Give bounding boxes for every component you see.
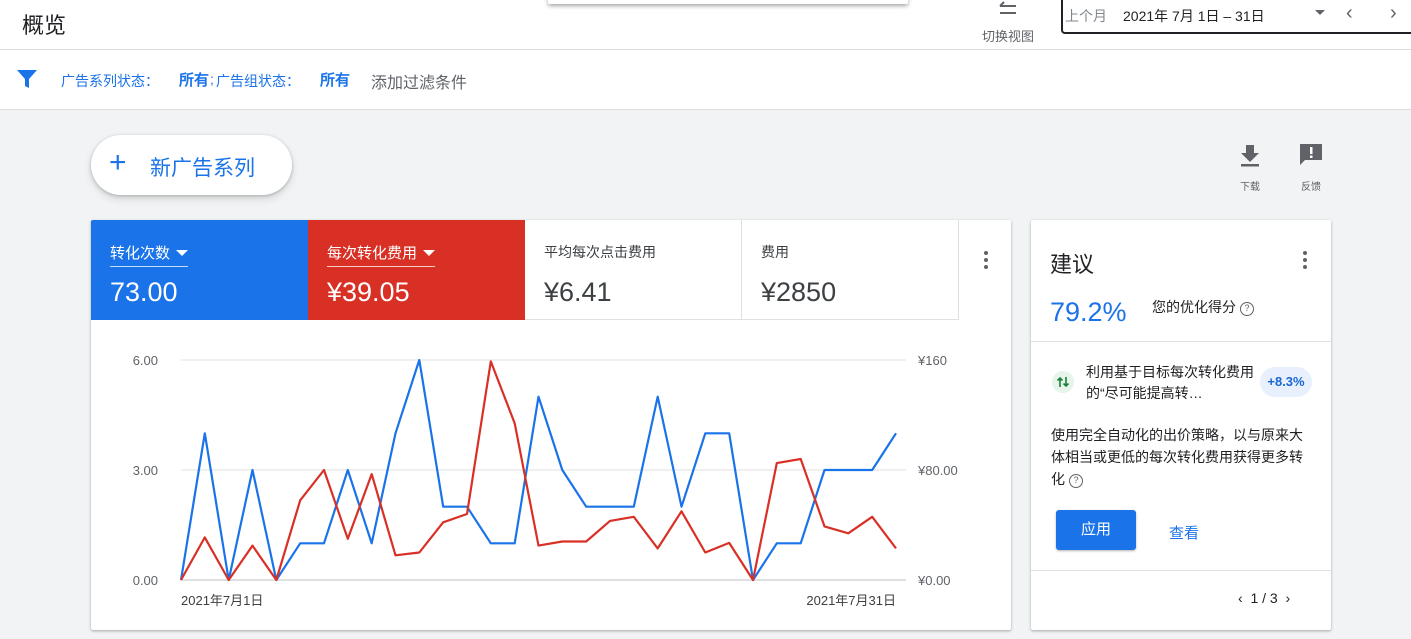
y-tick-left: 0.00 xyxy=(133,573,158,588)
y-tick-right: ¥80.00 xyxy=(917,463,958,478)
metric-value: ¥6.41 xyxy=(544,277,612,307)
metric-name: 平均每次点击费用 xyxy=(544,244,656,260)
metric-value: 73.00 xyxy=(110,277,178,307)
filter-separator: ; xyxy=(210,71,214,87)
line-chart: 0.00 3.00 6.00 ¥0.00 ¥80.00 ¥160 2021年7月1日 2021… xyxy=(133,353,958,608)
chevron-left-icon[interactable]: ‹ xyxy=(1346,2,1353,25)
suggestion-pager: ‹ 1 / 3 › xyxy=(1238,590,1290,606)
dropdown-arrow-icon xyxy=(176,250,189,256)
download-label: 下载 xyxy=(1240,182,1260,193)
plus-icon: + xyxy=(109,146,127,179)
bidding-arrows-icon xyxy=(1052,371,1074,393)
filter-icon[interactable] xyxy=(16,69,38,89)
download-button[interactable]: 下载 xyxy=(1230,141,1270,193)
metric-value: ¥2850 xyxy=(761,277,837,307)
date-range-text: 2021年 7月 1日 – 31日 xyxy=(1123,8,1265,24)
uplift-badge: +8.3% xyxy=(1260,367,1312,397)
y-tick-right: ¥160 xyxy=(917,353,947,368)
chevron-right-icon[interactable]: › xyxy=(1390,2,1397,25)
download-icon xyxy=(1241,145,1259,167)
metric-tile-cost-per-conversion[interactable]: 每次转化费用 ¥39.05 xyxy=(308,220,525,320)
metric-name: 费用 xyxy=(761,244,789,260)
more-options-icon[interactable] xyxy=(983,251,989,272)
metric-tile-cost[interactable]: 费用 ¥2850 xyxy=(742,220,959,320)
recommendation-title[interactable]: 利用基于目标每次转化费用的“尽可能提高转… xyxy=(1086,362,1261,404)
add-filter-link[interactable]: 添加过滤条件 xyxy=(371,69,467,93)
y-tick-right: ¥0.00 xyxy=(917,573,951,588)
metric-tile-avg-cpc[interactable]: 平均每次点击费用 ¥6.41 xyxy=(525,220,742,320)
feedback-icon xyxy=(1300,144,1322,165)
x-tick-end: 2021年7月31日 xyxy=(806,593,896,608)
chevron-left-icon[interactable]: ‹ xyxy=(1238,590,1243,606)
campaign-status-value[interactable]: 所有 xyxy=(179,69,209,90)
campaign-status-key: 广告系列状态： xyxy=(61,73,159,89)
dropdown-arrow-icon xyxy=(423,250,436,256)
switch-view-button[interactable]: 切换视图 xyxy=(972,0,1044,48)
pager-text: 1 / 3 xyxy=(1250,590,1278,606)
overlay-panel-edge xyxy=(548,0,908,4)
divider xyxy=(1031,341,1331,342)
suggestions-card: 建议 79.2% 您的优化得分? 利用基于目标每次转化费用的“尽可能提高转… +… xyxy=(1031,220,1331,630)
divider xyxy=(1031,570,1331,571)
metric-name: 每次转化费用 xyxy=(327,242,436,267)
chevron-right-icon[interactable]: › xyxy=(1285,590,1290,606)
help-icon[interactable]: ? xyxy=(1240,302,1254,316)
switch-view-icon xyxy=(999,1,1016,14)
performance-card: 转化次数 73.00 每次转化费用 ¥39.05 平均每次点击费用 ¥6.41 … xyxy=(91,220,1011,630)
y-tick-left: 6.00 xyxy=(133,353,158,368)
more-options-icon[interactable] xyxy=(1302,251,1308,272)
help-icon[interactable]: ? xyxy=(1069,474,1083,488)
recommendation-description: 使用完全自动化的出价策略，以与原来大体相当或更低的每次转化费用获得更多转化? xyxy=(1051,427,1303,488)
feedback-label: 反馈 xyxy=(1301,182,1321,193)
metric-tile-conversions[interactable]: 转化次数 73.00 xyxy=(91,220,308,320)
feedback-button[interactable]: 反馈 xyxy=(1291,141,1331,193)
adgroup-status-key: 广告组状态： xyxy=(216,73,300,89)
new-campaign-label: 新广告系列 xyxy=(150,157,255,180)
y-tick-left: 3.00 xyxy=(133,463,158,478)
metric-name: 转化次数 xyxy=(110,242,189,267)
new-campaign-button[interactable]: + 新广告系列 xyxy=(91,135,292,195)
optimization-score-label: 您的优化得分? xyxy=(1152,297,1254,317)
suggestions-title: 建议 xyxy=(1050,252,1095,277)
date-preset: 上个月 xyxy=(1065,8,1107,24)
x-tick-start: 2021年7月1日 xyxy=(181,593,263,608)
dropdown-arrow-icon[interactable] xyxy=(1315,10,1325,15)
optimization-score: 79.2% xyxy=(1050,297,1127,327)
date-range-picker[interactable]: 上个月 2021年 7月 1日 – 31日 ‹ › xyxy=(1061,0,1411,34)
view-link[interactable]: 查看 xyxy=(1169,522,1199,543)
switch-view-label: 切换视图 xyxy=(981,29,1034,44)
metric-value: ¥39.05 xyxy=(327,277,410,307)
filter-bar: 广告系列状态： 所有 ; 广告组状态： 所有 添加过滤条件 xyxy=(0,50,1411,110)
top-bar: 概览 切换视图 上个月 2021年 7月 1日 – 31日 ‹ › xyxy=(0,0,1411,50)
page-title: 概览 xyxy=(22,13,67,38)
apply-button[interactable]: 应用 xyxy=(1056,510,1136,550)
series-line-cost-per-conversion xyxy=(180,360,897,582)
adgroup-status-value[interactable]: 所有 xyxy=(320,69,350,90)
